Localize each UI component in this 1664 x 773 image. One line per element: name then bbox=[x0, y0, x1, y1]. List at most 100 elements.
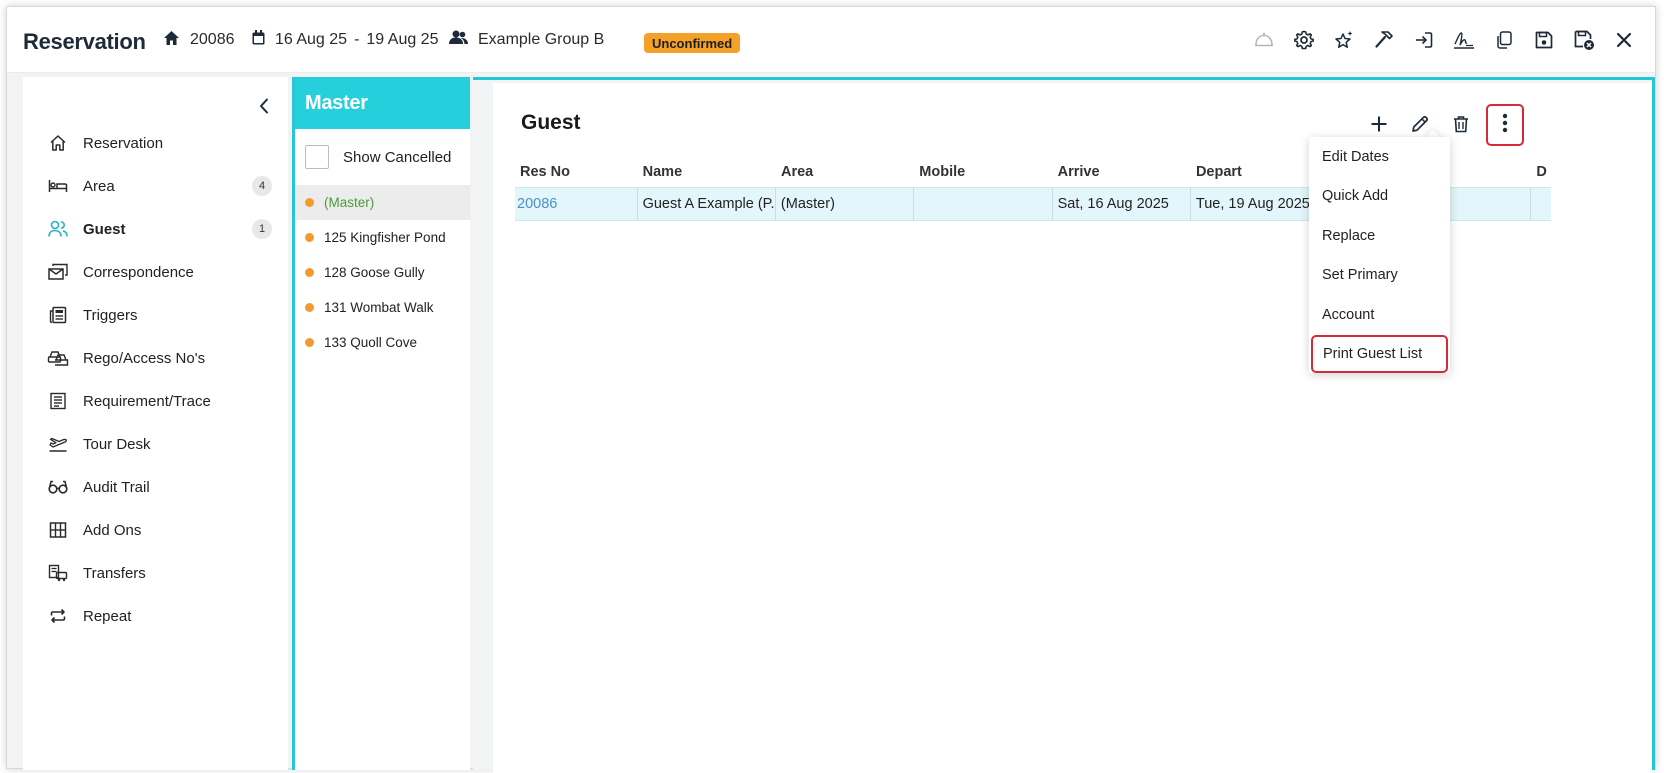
menu-item-edit-dates[interactable]: Edit Dates bbox=[1309, 137, 1450, 177]
users-icon bbox=[449, 30, 478, 50]
sidebar-item-label: Guest bbox=[83, 220, 126, 238]
list-item[interactable]: (Master) bbox=[295, 185, 470, 220]
res-number: 20086 bbox=[190, 31, 235, 48]
group-info: Example Group B bbox=[449, 7, 604, 73]
list-item[interactable]: 133 Quoll Cove bbox=[295, 325, 470, 360]
gear-icon[interactable] bbox=[1291, 27, 1317, 53]
sidebar-item-requirement[interactable]: Requirement/Trace bbox=[23, 381, 288, 421]
copy-icon[interactable] bbox=[1491, 27, 1517, 53]
plus-icon bbox=[1370, 115, 1388, 138]
sidebar-item-label: Transfers bbox=[83, 564, 146, 582]
collapse-sidebar-button[interactable] bbox=[253, 97, 275, 119]
date-from: 16 Aug 25 bbox=[275, 31, 348, 48]
res-number-info: 20086 bbox=[163, 7, 235, 73]
sidebar: Reservation Area 4 Guest 1 Correspondenc… bbox=[23, 77, 288, 770]
sidebar-item-repeat[interactable]: Repeat bbox=[23, 596, 288, 636]
show-cancelled-checkbox[interactable] bbox=[305, 145, 329, 169]
sidebar-item-triggers[interactable]: Triggers bbox=[23, 295, 288, 335]
menu-item-set-primary[interactable]: Set Primary bbox=[1309, 256, 1450, 296]
plane-icon bbox=[47, 433, 69, 455]
sidebar-item-label: Correspondence bbox=[83, 263, 194, 281]
save-close-icon[interactable] bbox=[1571, 27, 1597, 53]
menu-item-print-guest-list[interactable]: Print Guest List bbox=[1311, 334, 1448, 373]
close-icon[interactable] bbox=[1611, 27, 1637, 53]
chevron-left-icon bbox=[259, 98, 269, 119]
guest-panel: Guest Res No Name Area Mobile Arrive Dep… bbox=[473, 77, 1655, 773]
home-icon bbox=[47, 132, 69, 154]
sidebar-item-label: Tour Desk bbox=[83, 435, 151, 453]
trash-icon bbox=[1453, 115, 1469, 138]
home-icon bbox=[163, 30, 190, 51]
sidebar-item-label: Add Ons bbox=[83, 521, 142, 539]
calendar-icon bbox=[252, 30, 275, 50]
sidebar-item-rego[interactable]: Rego/Access No's bbox=[23, 338, 288, 378]
column-header[interactable]: Name bbox=[638, 157, 776, 187]
column-header[interactable]: Res No bbox=[515, 157, 638, 187]
count-badge: 4 bbox=[252, 176, 272, 196]
users-icon bbox=[47, 218, 69, 240]
show-cancelled-label: Show Cancelled bbox=[343, 148, 452, 166]
date-range-info: 16 Aug 25 - 19 Aug 25 bbox=[252, 7, 438, 73]
menu-item-replace[interactable]: Replace bbox=[1309, 216, 1450, 256]
menu-item-quick-add[interactable]: Quick Add bbox=[1309, 177, 1450, 217]
date-separator: - bbox=[354, 31, 360, 48]
more-options-button[interactable] bbox=[1486, 104, 1524, 146]
sidebar-item-area[interactable]: Area 4 bbox=[23, 166, 288, 206]
res-no-cell[interactable]: 20086 bbox=[515, 188, 638, 220]
sidebar-item-correspondence[interactable]: Correspondence bbox=[23, 252, 288, 292]
bell-icon[interactable] bbox=[1251, 27, 1277, 53]
sparkle-star-icon[interactable] bbox=[1331, 27, 1357, 53]
section-title: Guest bbox=[521, 111, 581, 134]
master-panel: Master Show Cancelled (Master) 125 Kingf… bbox=[292, 77, 470, 770]
sidebar-item-label: Requirement/Trace bbox=[83, 392, 211, 410]
checklist-icon bbox=[47, 390, 69, 412]
glasses-icon bbox=[47, 476, 69, 498]
grid-icon bbox=[47, 519, 69, 541]
save-icon[interactable] bbox=[1531, 27, 1557, 53]
sidebar-item-tour-desk[interactable]: Tour Desk bbox=[23, 424, 288, 464]
res-no-link[interactable]: 20086 bbox=[517, 196, 557, 212]
header-bar: Reservation 20086 16 Aug 25 - 19 Aug 25 … bbox=[7, 7, 1655, 73]
status-dot bbox=[305, 303, 314, 312]
column-header[interactable]: Mobile bbox=[914, 157, 1052, 187]
sidebar-item-reservation[interactable]: Reservation bbox=[23, 123, 288, 163]
list-item[interactable]: 128 Goose Gully bbox=[295, 255, 470, 290]
car-icon bbox=[47, 347, 69, 369]
bed-icon bbox=[47, 175, 69, 197]
sidebar-item-label: Repeat bbox=[83, 607, 132, 625]
sidebar-item-guest[interactable]: Guest 1 bbox=[23, 209, 288, 249]
newspaper-icon bbox=[47, 304, 69, 326]
column-header[interactable]: D bbox=[1531, 157, 1551, 187]
column-header[interactable]: Area bbox=[776, 157, 914, 187]
sidebar-item-audit-trail[interactable]: Audit Trail bbox=[23, 467, 288, 507]
status-dot bbox=[305, 233, 314, 242]
reservation-window: Reservation 20086 16 Aug 25 - 19 Aug 25 … bbox=[6, 6, 1656, 773]
sidebar-item-label: Reservation bbox=[83, 134, 164, 152]
name-cell: Guest A Example (P... bbox=[638, 188, 776, 220]
sidebar-item-transfers[interactable]: Transfers bbox=[23, 553, 288, 593]
count-badge: 1 bbox=[252, 219, 272, 239]
list-item[interactable]: 125 Kingfisher Pond bbox=[295, 220, 470, 255]
status-dot bbox=[305, 268, 314, 277]
vertical-dots-icon bbox=[1502, 113, 1508, 138]
list-item-label: (Master) bbox=[324, 195, 375, 210]
status-dot bbox=[305, 198, 314, 207]
pencil-icon bbox=[1411, 115, 1429, 138]
hammer-icon[interactable] bbox=[1371, 27, 1397, 53]
sidebar-item-add-ons[interactable]: Add Ons bbox=[23, 510, 288, 550]
column-header[interactable]: Arrive bbox=[1053, 157, 1191, 187]
menu-item-account[interactable]: Account bbox=[1309, 295, 1450, 335]
bus-icon bbox=[47, 562, 69, 584]
list-item-label: 125 Kingfisher Pond bbox=[324, 230, 446, 245]
sidebar-item-label: Triggers bbox=[83, 306, 138, 324]
sign-in-icon[interactable] bbox=[1411, 27, 1437, 53]
master-title: Master bbox=[295, 77, 470, 129]
list-item-label: 133 Quoll Cove bbox=[324, 335, 418, 350]
empty-cell bbox=[1531, 188, 1551, 220]
list-item[interactable]: 131 Wombat Walk bbox=[295, 290, 470, 325]
sidebar-item-label: Audit Trail bbox=[83, 478, 150, 496]
mail-icon bbox=[47, 261, 69, 283]
repeat-icon bbox=[47, 605, 69, 627]
signature-icon[interactable] bbox=[1451, 27, 1477, 53]
show-cancelled-row: Show Cancelled bbox=[295, 129, 470, 185]
